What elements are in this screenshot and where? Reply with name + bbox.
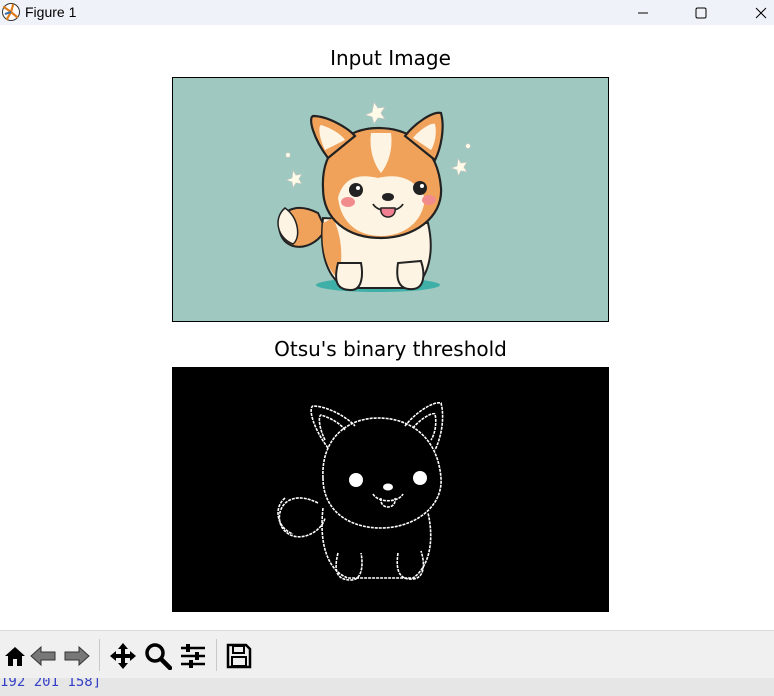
- save-icon: [226, 643, 252, 669]
- window-titlebar: Figure 1: [0, 0, 774, 25]
- back-icon: [30, 645, 56, 667]
- axes-title-otsu: Otsu's binary threshold: [274, 337, 507, 361]
- back-button[interactable]: [28, 641, 58, 671]
- pan-button[interactable]: [108, 641, 138, 671]
- maximize-icon: [695, 7, 707, 18]
- corgi-binary-image: [173, 368, 608, 611]
- axes-otsu-threshold[interactable]: [172, 367, 609, 612]
- figure-canvas[interactable]: Input Image Otsu's binary threshold: [0, 25, 774, 630]
- zoom-icon: [145, 643, 172, 670]
- configure-subplots-icon: [181, 644, 205, 668]
- configure-subplots-button[interactable]: [178, 641, 208, 671]
- minimize-button[interactable]: [620, 0, 666, 25]
- toolbar-separator: [216, 639, 217, 671]
- home-icon: [5, 647, 25, 666]
- axes-input-image[interactable]: [172, 77, 609, 322]
- zoom-button[interactable]: [143, 641, 173, 671]
- status-bar: 192 201 158]: [0, 678, 774, 696]
- maximize-button[interactable]: [678, 0, 724, 25]
- forward-icon: [64, 645, 90, 667]
- minimize-icon: [638, 12, 648, 13]
- status-text: 192 201 158]: [0, 678, 102, 690]
- window-title: Figure 1: [25, 4, 77, 20]
- forward-button[interactable]: [62, 641, 92, 671]
- navigation-toolbar: [0, 630, 774, 679]
- home-button[interactable]: [0, 641, 30, 671]
- pan-icon: [110, 643, 136, 669]
- axes-title-input: Input Image: [330, 46, 451, 70]
- close-icon: [755, 7, 767, 18]
- toolbar-separator: [99, 639, 100, 671]
- corgi-color-image: [173, 78, 608, 321]
- close-button[interactable]: [738, 0, 774, 25]
- save-button[interactable]: [224, 641, 254, 671]
- matplotlib-icon: [1, 2, 21, 22]
